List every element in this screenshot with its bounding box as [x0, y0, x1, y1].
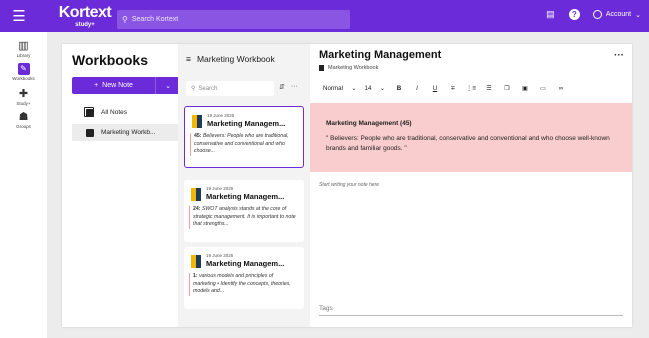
notes-search-placeholder: Search [198, 85, 218, 92]
global-search-placeholder: Search Kortext [131, 16, 179, 23]
kortext-logo[interactable]: Kortext study+ [46, 3, 124, 28]
chevron-down-icon: ⌄ [635, 11, 641, 19]
note-number: 24: [193, 206, 201, 212]
chevron-down-icon[interactable]: ⌄ [347, 85, 361, 92]
note-card[interactable]: 19 June 2025 Marketing Managem... 45: Be… [184, 106, 304, 168]
note-snippet: 24: SWOT analysis stands at the core of … [189, 206, 297, 229]
notes-header: ≡ Marketing Workbook [186, 54, 275, 64]
note-snippet: 45: Believers: People who are traditiona… [190, 133, 298, 156]
book-cover-icon [192, 115, 202, 128]
note-card[interactable]: 19 June 2025 Marketing Managem... 1: var… [184, 247, 304, 309]
more-icon[interactable]: ··· [291, 83, 298, 91]
note-editor-title: Marketing Management [319, 49, 442, 61]
notebook-icon [319, 65, 324, 71]
nav-item-all-notes[interactable]: All Notes [72, 104, 180, 121]
highlight-heading: Marketing Management (45) [326, 120, 412, 127]
note-editor: Marketing Management ··· Marketing Workb… [310, 44, 632, 327]
page-title: Workbooks [72, 52, 148, 68]
numbered-list-icon[interactable]: ⋮≡ [462, 85, 480, 92]
underline-icon[interactable]: U [426, 85, 444, 92]
strikethrough-icon[interactable]: ∓ [444, 85, 462, 92]
note-workbook-name: Marketing Workbook [328, 65, 379, 71]
rail-label: Study+ [16, 101, 31, 106]
rail-item-groups[interactable]: ☗ Groups [0, 111, 47, 129]
note-number: 1: [193, 273, 198, 279]
plus-icon: + [94, 82, 99, 89]
new-note-label: New Note [102, 82, 133, 89]
link-icon[interactable]: ∞ [552, 85, 570, 92]
reader-icon[interactable]: ▤ [545, 9, 556, 20]
new-note-dropdown-button[interactable]: ⌄ [156, 82, 180, 90]
new-note-button-group: + New Note ⌄ [72, 77, 180, 94]
note-snippet-text: SWOT analysis stands at the core of stra… [193, 206, 296, 227]
top-actions: ▤ ? Account ⌄ [545, 9, 641, 20]
help-icon[interactable]: ? [568, 9, 580, 20]
nav-item-label: All Notes [101, 109, 128, 116]
font-size-select[interactable]: 14 [361, 85, 375, 92]
notes-list-panel: ≡ Marketing Workbook ⚲ Search ⇵ ··· 19 J… [178, 44, 310, 327]
video-icon[interactable]: ▭ [534, 85, 552, 92]
search-icon: ⚲ [122, 15, 128, 24]
highlight-text: " Believers: People who are traditional,… [326, 135, 610, 152]
note-snippet: 1: various models and principles of mark… [189, 273, 297, 296]
plus-icon: ✚ [18, 88, 29, 100]
all-notes-icon [84, 106, 94, 117]
note-date: 19 June 2025 [207, 113, 235, 118]
note-date: 19 June 2025 [206, 186, 234, 191]
top-bar: ☰ Kortext study+ ⚲ Search Kortext ▤ ? Ac… [0, 0, 649, 32]
workbook-icon: ✎ [17, 63, 30, 75]
rail-label: Library [16, 53, 31, 58]
book-cover-icon [191, 188, 201, 201]
notes-tools: ⇵ ··· [279, 83, 298, 91]
left-rail: ▥ Library ✎ Workbooks ✚ Study+ ☗ Groups [0, 32, 47, 338]
nav-item-marketing-workbook[interactable]: Marketing Workb... [72, 124, 180, 141]
rail-item-workbooks[interactable]: ✎ Workbooks [0, 63, 47, 81]
nav-item-label: Marketing Workb... [101, 129, 156, 136]
more-options-icon[interactable]: ··· [614, 50, 624, 61]
workbooks-panel: Workbooks + New Note ⌄ All Notes Marketi… [62, 44, 632, 327]
note-title: Marketing Managem... [206, 192, 285, 201]
note-title: Marketing Managem... [207, 119, 286, 128]
note-snippet-text: various models and principles of marketi… [193, 273, 291, 294]
tags-input[interactable]: Tags [319, 305, 623, 316]
account-button[interactable]: Account ⌄ [592, 10, 641, 19]
bold-icon[interactable]: B [390, 85, 408, 92]
note-title: Marketing Managem... [206, 259, 285, 268]
groups-icon: ☗ [18, 111, 29, 123]
rail-label: Groups [16, 124, 31, 129]
note-workbook-label: Marketing Workbook [319, 65, 378, 71]
note-card[interactable]: 19 June 2025 Marketing Managem... 24: SW… [184, 180, 304, 242]
note-date: 19 June 2025 [206, 253, 234, 258]
new-note-button[interactable]: + New Note [72, 77, 156, 94]
rail-item-library[interactable]: ▥ Library [0, 40, 47, 58]
notes-search-input[interactable]: ⚲ Search [186, 81, 274, 96]
notes-header-title: Marketing Workbook [196, 54, 275, 64]
logo-subtext: study+ [75, 21, 95, 28]
menu-icon[interactable]: ☰ [0, 7, 38, 25]
global-search-input[interactable]: ⚲ Search Kortext [117, 10, 350, 29]
highlight-quote: Marketing Management (45) " Believers: P… [310, 103, 632, 172]
chevron-down-icon[interactable]: ⌄ [375, 85, 390, 92]
search-icon: ⚲ [191, 86, 196, 92]
bullet-list-icon[interactable]: ☰ [480, 85, 498, 92]
note-snippet-text: Believers: People who are traditional, c… [194, 133, 289, 154]
rail-item-study-plus[interactable]: ✚ Study+ [0, 88, 47, 106]
format-toolbar: Normal ⌄ 14 ⌄ B I U ∓ ⋮≡ ☰ ❐ ▣ ▭ ∞ [319, 85, 626, 92]
italic-icon[interactable]: I [408, 85, 426, 92]
sort-icon[interactable]: ⇵ [279, 83, 285, 91]
logo-text: Kortext [58, 3, 112, 21]
list-icon[interactable]: ≡ [186, 54, 191, 64]
note-number: 45: [194, 133, 202, 139]
account-icon [592, 10, 602, 19]
rail-label: Workbooks [12, 76, 35, 81]
book-cover-icon [191, 255, 201, 268]
copy-icon[interactable]: ❐ [498, 85, 516, 92]
note-body-input[interactable]: Start writing your note here [319, 182, 379, 188]
image-icon[interactable]: ▣ [516, 85, 534, 92]
notebook-icon [86, 128, 94, 137]
account-label: Account [605, 11, 632, 18]
paragraph-style-select[interactable]: Normal [319, 85, 347, 92]
library-icon: ▥ [18, 40, 29, 52]
